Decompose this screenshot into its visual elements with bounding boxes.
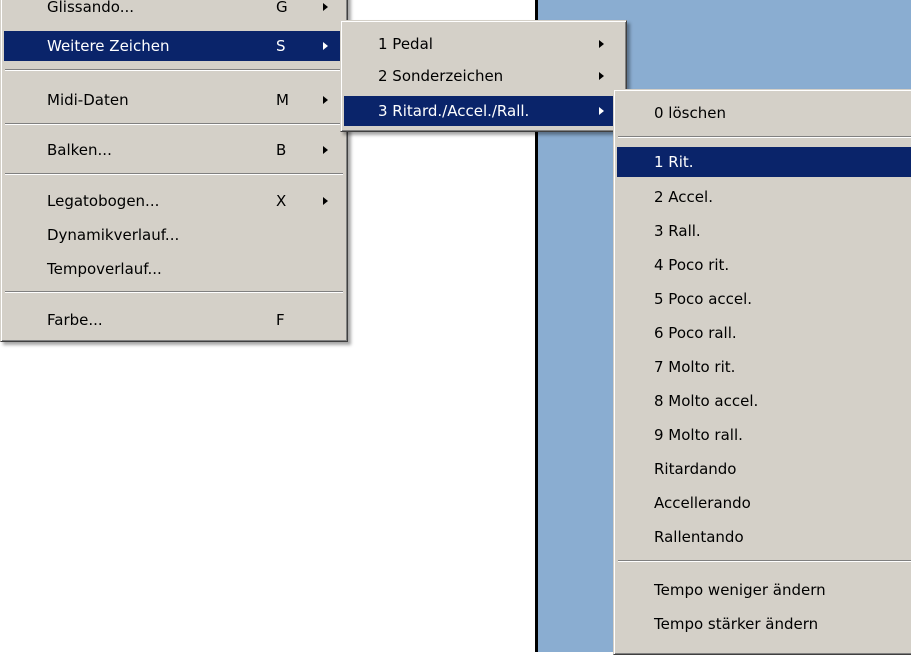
menu-separator xyxy=(5,291,343,293)
menu-item-shortcut: X xyxy=(276,192,287,210)
menu-item-label: Tempoverlauf... xyxy=(47,260,162,278)
menu-separator xyxy=(618,136,911,138)
menu-item-rallentando[interactable]: Rallentando xyxy=(617,522,911,552)
menu-item-label: 3 Ritard./Accel./Rall. xyxy=(378,102,530,120)
menu-item-label: Legatobogen... xyxy=(47,192,160,210)
menu-item-label: 1 Rit. xyxy=(654,153,694,171)
menu-item-shortcut: G xyxy=(276,0,288,16)
menu-item-label: Dynamikverlauf... xyxy=(47,226,180,244)
menu-item-label: 8 Molto accel. xyxy=(654,392,759,410)
menu-item-midi-daten[interactable]: Midi-Daten M xyxy=(4,85,344,115)
menu-item-label: 7 Molto rit. xyxy=(654,358,736,376)
menu-separator xyxy=(5,123,343,125)
submenu-arrow-icon xyxy=(599,40,604,48)
menu-item-shortcut: B xyxy=(276,141,287,159)
menu-item-label: Accellerando xyxy=(654,494,751,512)
menu-item-dynamikverlauf[interactable]: Dynamikverlauf... xyxy=(4,220,344,250)
submenu-arrow-icon xyxy=(323,96,328,104)
submenu-ritard-accel-rall: 0 löschen 1 Rit. 2 Accel. 3 Rall. 4 Poco… xyxy=(613,89,911,655)
menu-item-label: Balken... xyxy=(47,141,112,159)
menu-item-tempo-staerker-aendern[interactable]: Tempo stärker ändern xyxy=(617,609,911,639)
menu-item-label: 0 löschen xyxy=(654,104,726,122)
menu-item-legatobogen[interactable]: Legatobogen... X xyxy=(4,186,344,216)
menu-separator xyxy=(5,69,343,71)
menu-item-poco-rall[interactable]: 6 Poco rall. xyxy=(617,318,911,348)
menu-item-label: 4 Poco rit. xyxy=(654,256,730,274)
menu-item-farbe[interactable]: Farbe... F xyxy=(4,305,344,335)
menu-item-label: 3 Rall. xyxy=(654,222,701,240)
menu-item-molto-accel[interactable]: 8 Molto accel. xyxy=(617,386,911,416)
menu-item-label: Tempo weniger ändern xyxy=(654,581,826,599)
menu-item-ritardando[interactable]: Ritardando xyxy=(617,454,911,484)
menu-item-label: 5 Poco accel. xyxy=(654,290,753,308)
menu-item-ritard-accel-rall[interactable]: 3 Ritard./Accel./Rall. xyxy=(344,96,623,126)
menu-item-poco-rit[interactable]: 4 Poco rit. xyxy=(617,250,911,280)
menu-item-label: 6 Poco rall. xyxy=(654,324,737,342)
submenu-arrow-icon xyxy=(323,146,328,154)
submenu-weitere-zeichen: 1 Pedal 2 Sonderzeichen 3 Ritard./Accel.… xyxy=(340,20,627,132)
menu-item-molto-rall[interactable]: 9 Molto rall. xyxy=(617,420,911,450)
submenu-arrow-icon xyxy=(323,3,328,11)
menu-item-rall[interactable]: 3 Rall. xyxy=(617,216,911,246)
submenu-arrow-icon xyxy=(599,107,604,115)
menu-item-rit[interactable]: 1 Rit. xyxy=(617,147,911,177)
menu-item-shortcut: F xyxy=(276,311,285,329)
menu-item-label: Ritardando xyxy=(654,460,737,478)
menu-item-tempoverlauf[interactable]: Tempoverlauf... xyxy=(4,254,344,284)
menu-item-molto-rit[interactable]: 7 Molto rit. xyxy=(617,352,911,382)
menu-item-balken[interactable]: Balken... B xyxy=(4,135,344,165)
menu-item-accellerando[interactable]: Accellerando xyxy=(617,488,911,518)
menu-item-label: Midi-Daten xyxy=(47,91,129,109)
menu-item-shortcut: M xyxy=(276,91,289,109)
menu-separator xyxy=(5,173,343,175)
menu-item-shortcut: S xyxy=(276,37,286,55)
menu-item-pedal[interactable]: 1 Pedal xyxy=(344,29,623,59)
menu-item-weitere-zeichen[interactable]: Weitere Zeichen S xyxy=(4,31,344,61)
submenu-arrow-icon xyxy=(323,197,328,205)
menu-item-loeschen[interactable]: 0 löschen xyxy=(617,98,911,128)
menu-item-accel[interactable]: 2 Accel. xyxy=(617,182,911,212)
menu-item-label: 2 Accel. xyxy=(654,188,713,206)
menu-separator xyxy=(618,560,911,562)
menu-item-label: Glissando... xyxy=(47,0,135,16)
menu-item-poco-accel[interactable]: 5 Poco accel. xyxy=(617,284,911,314)
menu-item-label: Tempo stärker ändern xyxy=(654,615,819,633)
menu-item-tempo-weniger-aendern[interactable]: Tempo weniger ändern xyxy=(617,575,911,605)
submenu-arrow-icon xyxy=(599,72,604,80)
menu-item-label: Rallentando xyxy=(654,528,744,546)
context-menu-main: Glissando... G Weitere Zeichen S Midi-Da… xyxy=(0,0,348,342)
menu-item-label: 1 Pedal xyxy=(378,35,433,53)
menu-item-label: 2 Sonderzeichen xyxy=(378,67,504,85)
menu-item-sonderzeichen[interactable]: 2 Sonderzeichen xyxy=(344,61,623,91)
submenu-arrow-icon xyxy=(323,42,328,50)
menu-item-label: Farbe... xyxy=(47,311,103,329)
menu-item-label: Weitere Zeichen xyxy=(47,37,170,55)
menu-item-glissando[interactable]: Glissando... G xyxy=(4,0,344,22)
menu-item-label: 9 Molto rall. xyxy=(654,426,743,444)
